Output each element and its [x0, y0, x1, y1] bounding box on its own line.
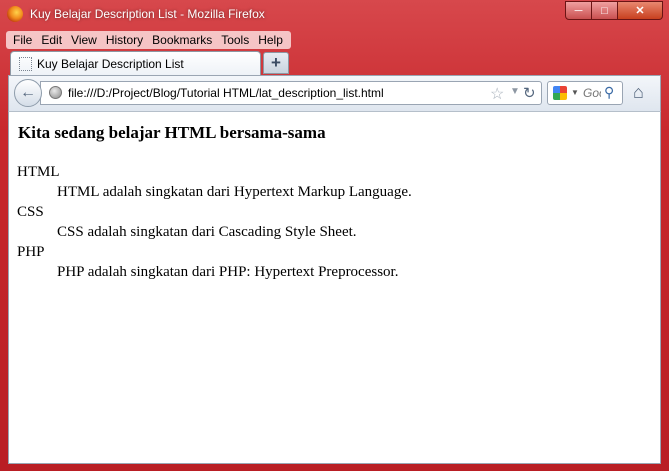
term-html: HTML [17, 164, 60, 180]
url-bar[interactable]: file:///D:/Project/Blog/Tutorial HTML/la… [40, 81, 542, 105]
menu-bookmarks[interactable]: Bookmarks [148, 31, 217, 49]
term-php: PHP [17, 244, 45, 260]
maximize-button[interactable]: □ [592, 1, 618, 20]
url-text[interactable]: file:///D:/Project/Blog/Tutorial HTML/la… [68, 86, 384, 100]
close-button[interactable]: ✕ [618, 1, 663, 20]
search-input[interactable]: Google [583, 86, 601, 100]
site-identity-globe-icon[interactable] [49, 86, 62, 99]
url-history-dropdown-icon[interactable]: ▼ [510, 86, 520, 97]
back-button[interactable]: ← [14, 79, 42, 107]
title-bar[interactable]: Kuy Belajar Description List - Mozilla F… [0, 0, 669, 30]
home-icon[interactable]: ⌂ [633, 82, 644, 103]
new-tab-button[interactable]: + [263, 52, 289, 74]
bookmark-star-icon[interactable]: ☆ [490, 84, 504, 104]
tab-active[interactable]: Kuy Belajar Description List [10, 51, 261, 75]
menu-file[interactable]: File [9, 31, 37, 49]
menu-history[interactable]: History [102, 31, 148, 49]
menu-bar: File Edit View History Bookmarks Tools H… [6, 31, 291, 49]
description-css: CSS adalah singkatan dari Cascading Styl… [57, 224, 357, 240]
minimize-button[interactable]: ─ [565, 1, 592, 20]
description-html: HTML adalah singkatan dari Hypertext Mar… [57, 184, 412, 200]
page-content: Kita sedang belajar HTML bersama-sama HT… [8, 111, 661, 464]
search-bar[interactable]: ▼ Google ⚲ [547, 81, 623, 105]
tab-title: Kuy Belajar Description List [37, 57, 184, 71]
window-title: Kuy Belajar Description List - Mozilla F… [30, 7, 265, 21]
menu-tools[interactable]: Tools [217, 31, 254, 49]
page-heading: Kita sedang belajar HTML bersama-sama [18, 123, 326, 142]
page-favicon-icon [19, 57, 32, 71]
term-css: CSS [17, 204, 44, 220]
menu-edit[interactable]: Edit [37, 31, 67, 49]
navigation-toolbar: file:///D:/Project/Blog/Tutorial HTML/la… [8, 75, 661, 111]
search-engine-dropdown-icon[interactable]: ▼ [571, 88, 579, 97]
menu-view[interactable]: View [67, 31, 102, 49]
search-magnifier-icon[interactable]: ⚲ [604, 84, 614, 101]
description-list: HTML HTML adalah singkatan dari Hypertex… [17, 162, 412, 282]
reload-icon[interactable]: ↻ [523, 84, 536, 102]
menu-help[interactable]: Help [254, 31, 288, 49]
back-arrow-icon: ← [20, 84, 36, 101]
firefox-window: Kuy Belajar Description List - Mozilla F… [0, 0, 669, 471]
google-engine-icon[interactable] [553, 86, 567, 100]
description-php: PHP adalah singkatan dari PHP: Hypertext… [57, 264, 399, 280]
window-controls: ─ □ ✕ [565, 1, 663, 20]
firefox-logo-icon[interactable] [7, 6, 23, 22]
